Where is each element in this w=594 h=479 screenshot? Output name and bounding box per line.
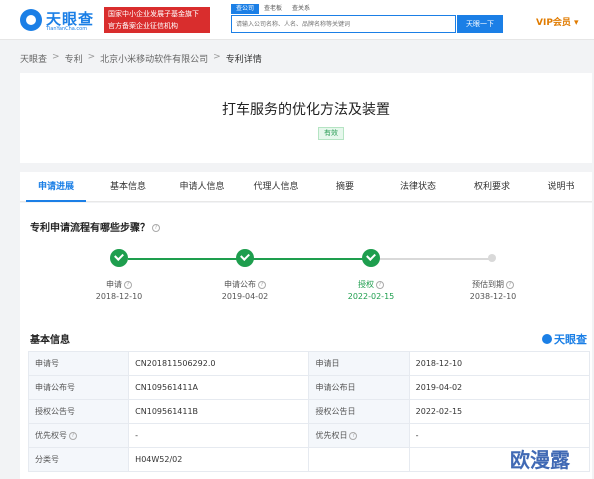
tab-agent-info[interactable]: 代理人信息 [244,172,308,202]
key-classification: 分类号 [27,447,130,472]
logo-eye-icon [20,9,42,31]
key-priority-number: 优先权号? [27,423,130,448]
help-icon[interactable]: ? [376,280,384,289]
help-icon[interactable]: ? [506,280,514,289]
empty-cell [308,447,410,472]
tab-application-progress[interactable]: 申请进展 [26,172,86,202]
status-badge: 有效 [318,127,344,140]
step-date-grant: 2022-02-15 [347,292,395,301]
badge-line2: 官方备案企业征信机构 [108,22,178,30]
step-done-check-icon [110,249,128,267]
page-title: 打车服务的优化方法及装置 [222,102,390,118]
help-icon[interactable]: ? [124,280,132,289]
search-button[interactable]: 天眼一下 [457,15,503,33]
detail-tabs: 申请进展 基本信息 申请人信息 代理人信息 摘要 法律状态 权利要求 说明书 [20,172,592,202]
basic-info-heading: 基本信息 [30,335,70,346]
search-input[interactable] [232,16,457,32]
breadcrumb-company[interactable]: 北京小米移动软件有限公司 [100,52,208,65]
tianyancha-logo[interactable]: 天眼查 TianYanCha.com [20,6,100,34]
tianyancha-brand: 天眼查 [542,331,587,347]
value-publication-number: CN109561411A [128,375,310,400]
step-done-check-icon [362,249,380,267]
step-date-expiry: 2038-12-10 [469,292,517,301]
breadcrumb-current: 专利详情 [225,55,262,65]
breadcrumb: 天眼查 > 专利 > 北京小米移动软件有限公司 > 专利详情 [20,52,262,65]
breadcrumb-separator: > [87,52,96,62]
brand-eye-icon [542,334,552,344]
key-application-number: 申请号 [27,351,130,376]
breadcrumb-separator: > [213,52,221,62]
content-card: 专利申请流程有哪些步骤？? 申请? 2018-12-10 申请公布? 2019-… [20,203,592,479]
search-box [231,15,457,33]
breadcrumb-separator: > [52,52,60,62]
badge-line1: 国家中小企业发展子基金旗下 [108,10,199,18]
search-tabs: 查公司 查老板 查关系 [231,4,315,14]
table-row: 优先权号? - 优先权日? - [27,423,591,448]
basic-info-table: 申请号 CN201811506292.0 申请日 2018-12-10 申请公布… [27,351,591,472]
process-heading: 专利申请流程有哪些步骤？? [30,219,160,234]
table-row: 申请公布号 CN109561411A 申请公布日 2019-04-02 [27,375,591,400]
top-header: 天眼查 TianYanCha.com 国家中小企业发展子基金旗下 官方备案企业征… [0,0,594,40]
value-application-number: CN201811506292.0 [128,351,310,376]
search-tab-company[interactable]: 查公司 [231,4,260,14]
key-priority-date: 优先权日? [308,423,410,448]
key-publication-number: 申请公布号 [27,375,130,400]
step-pending-icon [488,254,496,262]
table-row: 授权公告号 CN109561411B 授权公告日 2022-02-15 [27,399,591,424]
table-row: 申请号 CN201811506292.0 申请日 2018-12-10 [27,351,591,376]
logo-subtext: TianYanCha.com [46,26,88,32]
tab-basic-info[interactable]: 基本信息 [98,172,158,202]
value-application-date: 2018-12-10 [408,351,591,376]
step-done-check-icon [236,249,254,267]
tab-applicant-info[interactable]: 申请人信息 [170,172,234,202]
key-application-date: 申请日 [308,351,410,376]
step-label-publish: 申请公布? [205,279,285,290]
breadcrumb-patent[interactable]: 专利 [65,52,83,65]
table-row: 分类号 H04W52/02 [27,447,591,472]
step-date-apply: 2018-12-10 [95,292,143,301]
help-icon[interactable]: ? [349,431,358,440]
tab-abstract[interactable]: 摘要 [320,172,370,202]
patent-title-card: 打车服务的优化方法及装置 有效 [20,73,592,163]
vip-member-menu[interactable]: VIP会员 ▾ [536,15,579,28]
tab-claims[interactable]: 权利要求 [464,172,520,202]
classification-link[interactable]: H04W52/02 [128,447,310,472]
tab-description[interactable]: 说明书 [536,172,586,202]
value-grant-date: 2022-02-15 [408,399,591,424]
watermark-text: 欧漫露 [510,448,570,472]
help-icon[interactable]: ? [69,431,77,440]
step-label-apply: 申请? [79,279,159,290]
progress-line-pending [372,258,492,260]
help-icon[interactable]: ? [258,280,266,289]
value-publication-date: 2019-04-02 [408,375,591,400]
step-date-publish: 2019-04-02 [221,292,269,301]
breadcrumb-home[interactable]: 天眼查 [20,52,47,65]
tab-legal-status[interactable]: 法律状态 [390,172,446,202]
value-grant-number: CN109561411B [128,399,310,424]
search-tab-relation[interactable]: 查关系 [287,4,315,14]
official-badge[interactable]: 国家中小企业发展子基金旗下 官方备案企业征信机构 [104,7,210,33]
key-grant-date: 授权公告日 [308,399,410,424]
help-icon[interactable]: ? [152,224,160,232]
process-heading-text: 专利申请流程有哪些步骤？ [30,223,150,234]
search-tab-boss[interactable]: 查老板 [259,4,287,14]
value-priority-number: - [128,423,310,448]
key-publication-date: 申请公布日 [308,375,410,400]
key-grant-number: 授权公告号 [27,399,130,424]
step-label-expiry: 预估到期? [453,279,533,290]
step-label-grant: 授权? [331,279,411,290]
